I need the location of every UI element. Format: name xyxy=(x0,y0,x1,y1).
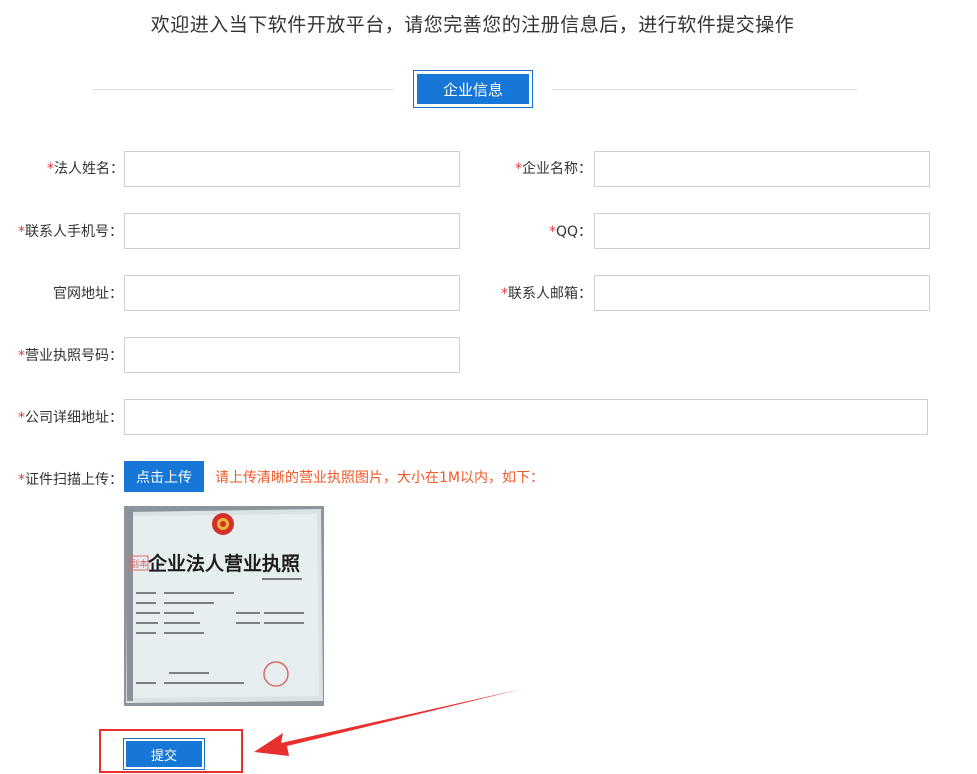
section-tab-label: 企业信息 xyxy=(417,74,529,104)
sample-license-image: 副本 企业法人营业执照 xyxy=(124,506,324,706)
contact-email-input[interactable] xyxy=(594,275,930,311)
company-address-label: *公司详细地址： xyxy=(18,410,123,426)
legal-name-label: *法人姓名： xyxy=(47,161,124,177)
page-title: 欢迎进入当下软件开放平台，请您完善您的注册信息后，进行软件提交操作 xyxy=(150,14,795,36)
license-stamp-text: 副本 xyxy=(130,558,148,570)
submit-button-label: 提交 xyxy=(126,741,202,767)
company-name-input[interactable] xyxy=(594,151,930,187)
legal-name-input[interactable] xyxy=(124,151,460,187)
website-input[interactable] xyxy=(124,275,460,311)
license-number-input[interactable] xyxy=(124,337,460,373)
contact-email-label: *联系人邮箱： xyxy=(501,286,592,302)
qq-input[interactable] xyxy=(594,213,930,249)
upload-label: *证件扫描上传： xyxy=(18,472,123,488)
section-divider-left xyxy=(92,89,394,90)
license-heading: 企业法人营业执照 xyxy=(147,552,300,575)
contact-phone-input[interactable] xyxy=(124,213,460,249)
upload-button[interactable]: 点击上传 xyxy=(124,461,204,492)
submit-button[interactable]: 提交 xyxy=(123,738,205,770)
section-tab-company-info[interactable]: 企业信息 xyxy=(413,70,533,108)
qq-label: *QQ： xyxy=(548,224,592,240)
upload-hint: 请上传清晰的营业执照图片，大小在1M以内，如下： xyxy=(215,470,544,486)
company-name-label: *企业名称： xyxy=(515,161,592,177)
section-divider-right xyxy=(553,89,857,90)
website-label: 官网地址： xyxy=(53,286,123,302)
contact-phone-label: *联系人手机号： xyxy=(18,224,123,240)
company-address-input[interactable] xyxy=(124,399,928,435)
license-number-label: *营业执照号码： xyxy=(18,348,123,364)
